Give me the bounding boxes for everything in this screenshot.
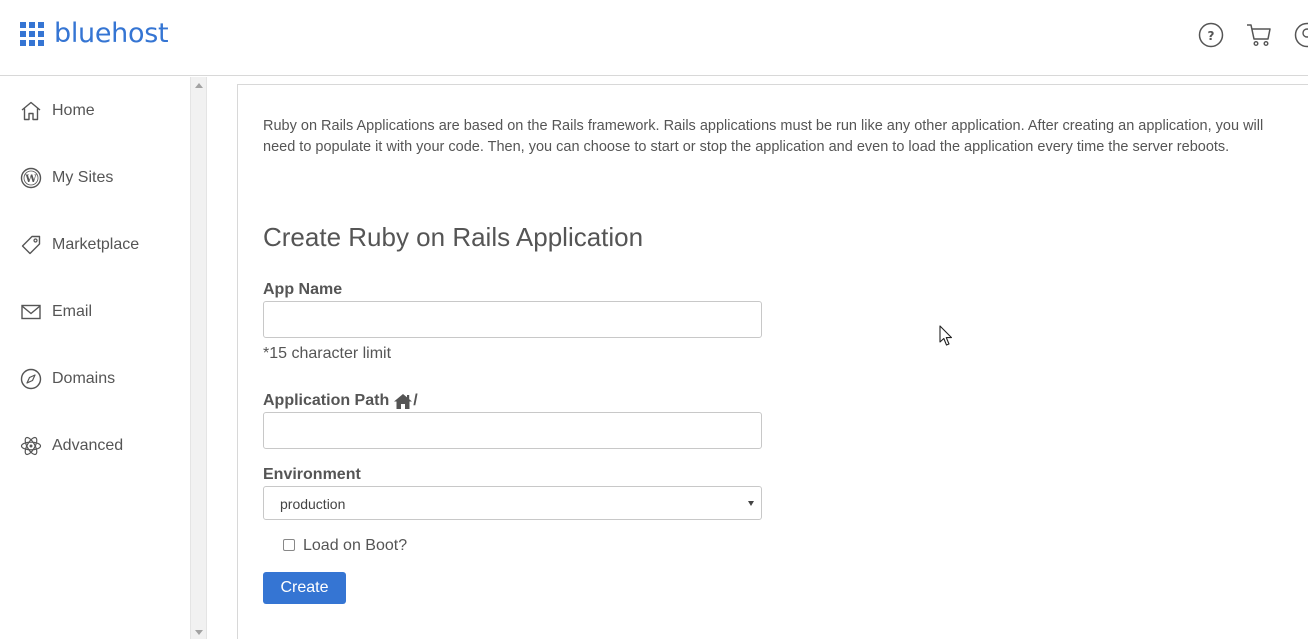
- sidebar-item-email[interactable]: Email: [0, 292, 190, 332]
- sidebar-item-label: Marketplace: [52, 236, 140, 253]
- environment-selected-value: production: [280, 496, 346, 512]
- sidebar-nav: Home W My Sites Marketplace Email Domain…: [0, 77, 190, 639]
- home-icon: [394, 393, 413, 409]
- load-on-boot-checkbox[interactable]: [283, 539, 295, 551]
- svg-text:W: W: [24, 174, 37, 185]
- chevron-down-icon: [748, 501, 754, 506]
- sidebar-item-marketplace[interactable]: Marketplace: [0, 225, 190, 265]
- top-header: bluehost ?: [0, 0, 1308, 76]
- mouse-cursor-icon: [939, 325, 953, 346]
- bluehost-logo[interactable]: bluehost: [20, 18, 169, 50]
- environment-label: Environment: [263, 466, 361, 483]
- character-limit-hint: *15 character limit: [263, 345, 392, 362]
- load-on-boot-label[interactable]: Load on Boot?: [303, 537, 407, 555]
- app-path-suffix: /: [413, 392, 418, 409]
- atom-icon: [20, 436, 42, 456]
- sidebar-item-my-sites[interactable]: W My Sites: [0, 158, 190, 198]
- scroll-down-arrow-icon[interactable]: [195, 630, 203, 635]
- app-path-label: Application Path /: [263, 392, 418, 410]
- page-title: Create Ruby on Rails Application: [263, 222, 644, 252]
- help-icon[interactable]: ?: [1198, 22, 1224, 48]
- app-name-input[interactable]: [263, 301, 762, 338]
- sidebar-item-advanced[interactable]: Advanced: [0, 426, 190, 466]
- intro-text: Ruby on Rails Applications are based on …: [263, 118, 1264, 155]
- app-path-label-text: Application Path: [263, 392, 390, 409]
- scroll-up-arrow-icon[interactable]: [195, 83, 203, 88]
- sidebar-scrollbar[interactable]: [190, 77, 207, 639]
- svg-text:?: ?: [1208, 29, 1215, 43]
- home-icon: [21, 101, 41, 121]
- app-path-input[interactable]: [263, 412, 762, 449]
- content-panel: Ruby on Rails Applications are based on …: [237, 84, 1308, 639]
- sidebar-item-label: Home: [52, 102, 95, 119]
- environment-select[interactable]: production: [263, 486, 762, 520]
- sidebar-item-label: My Sites: [52, 169, 114, 186]
- sidebar-item-home[interactable]: Home: [0, 91, 190, 131]
- brand-name: bluehost: [54, 18, 169, 49]
- logo-grid-icon: [20, 22, 44, 46]
- sidebar-item-label: Advanced: [52, 437, 124, 454]
- account-icon[interactable]: [1294, 22, 1308, 48]
- sidebar-item-label: Email: [52, 303, 93, 320]
- tag-icon: [21, 235, 41, 255]
- compass-icon: [20, 368, 42, 390]
- sidebar-item-domains[interactable]: Domains: [0, 359, 190, 399]
- sidebar-item-label: Domains: [52, 370, 116, 387]
- create-button[interactable]: Create: [263, 572, 346, 604]
- header-actions: ?: [1176, 22, 1308, 48]
- mail-icon: [21, 304, 41, 320]
- wordpress-icon: W: [20, 167, 42, 189]
- app-name-label: App Name: [263, 281, 343, 298]
- cart-icon[interactable]: [1246, 22, 1272, 48]
